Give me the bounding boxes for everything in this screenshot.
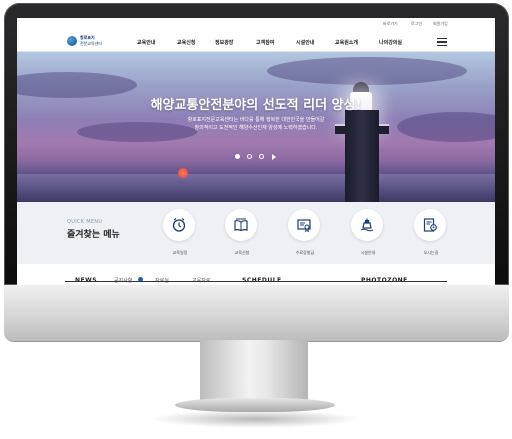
- quick-item-circle: [163, 209, 195, 241]
- quick-item-circle: [225, 209, 257, 241]
- clock-icon: [172, 218, 186, 232]
- slide-dot-1[interactable]: [235, 154, 240, 159]
- hero-title: 해양교통안전분야의 선도적 리더 양성!: [150, 98, 362, 113]
- quick-item-circle: [351, 209, 383, 241]
- section-divider: [65, 281, 447, 282]
- hero-banner: 해양교통안전분야의 선도적 리더 양성! 항로표지전문교육센터는 바다를 통해 …: [17, 52, 495, 202]
- monitor-chin: [4, 285, 509, 341]
- quick-item-label: 교육일정: [172, 250, 188, 255]
- nav-item-customer[interactable]: 고객참여: [256, 39, 274, 46]
- buoy-icon: [360, 218, 374, 232]
- quick-item-circle: [414, 209, 446, 241]
- quick-menu: QUICK MENU 즐겨찾는 메뉴 교육일정 교육신청 수료증발급 시설안내 …: [17, 202, 495, 264]
- nav-item-info-plaza[interactable]: 정보광장: [215, 39, 233, 46]
- main-nav: 항로표지 전문교육센터 교육안내 교육신청 정보광장 고객참여 시설안내 교육원…: [17, 32, 495, 52]
- map-pin-icon: [423, 218, 437, 232]
- slide-dot-2[interactable]: [247, 154, 252, 159]
- util-link-login[interactable]: 로그인: [411, 21, 422, 27]
- play-icon[interactable]: [272, 154, 276, 160]
- quick-item-certificate[interactable]: 수료증발급: [287, 209, 323, 259]
- util-link-signup[interactable]: 회원가입: [433, 21, 448, 27]
- certificate-icon: [297, 219, 311, 233]
- slide-dot-3[interactable]: [259, 154, 264, 159]
- hero-subtitle-line1: 항로표지전문교육센터는 바다를 통해 행복한 대한민국을 만들어갈: [187, 117, 325, 123]
- nav-item-my-classroom[interactable]: 나의강의실: [379, 39, 402, 46]
- screen: 바로가기 로그인 회원가입 항로표지 전문교육센터 교육안내 교육신청 정보광장…: [17, 18, 495, 285]
- monitor-stand-neck: [200, 340, 308, 404]
- bottom-section: NEWS 공지사항 자료실 교육자료 SCHEDULE PHOTOZONE: [17, 264, 495, 285]
- nav-item-about[interactable]: 교육원소개: [335, 39, 358, 46]
- quick-item-circle: [288, 209, 320, 241]
- utility-bar: 바로가기 로그인 회원가입: [17, 18, 495, 32]
- quick-item-label: 교육신청: [234, 250, 250, 255]
- hero-cloud: [267, 57, 467, 85]
- quick-menu-title: 즐겨찾는 메뉴: [67, 230, 120, 240]
- nav-item-education-info[interactable]: 교육안내: [137, 39, 155, 46]
- stand-shadow: [150, 410, 360, 428]
- quick-item-directions[interactable]: 오시는길: [413, 209, 449, 259]
- hamburger-icon[interactable]: [437, 38, 447, 46]
- logo-text-line2: 전문교육센터: [80, 41, 103, 46]
- hero-subtitle-line2: 창의적이고 도전적인 해양수산인재 양성에 노력하겠습니다.: [194, 125, 318, 131]
- quick-item-label: 시설안내: [360, 250, 376, 255]
- util-link-shortcut[interactable]: 바로가기: [383, 21, 398, 27]
- monitor-stand-base: [175, 398, 335, 412]
- quick-item-facilities[interactable]: 시설안내: [350, 209, 386, 259]
- nav-item-facilities[interactable]: 시설안내: [296, 39, 314, 46]
- quick-menu-eyebrow: QUICK MENU: [67, 219, 103, 225]
- sun-illustration: [178, 168, 188, 178]
- logo-mark-icon: [67, 36, 77, 46]
- open-book-icon: [234, 218, 248, 232]
- quick-item-schedule[interactable]: 교육일정: [162, 209, 198, 259]
- hero-sea: [17, 174, 495, 202]
- quick-item-apply[interactable]: 교육신청: [224, 209, 260, 259]
- quick-item-label: 수료증발급: [295, 250, 315, 255]
- nav-item-education-apply[interactable]: 교육신청: [177, 39, 195, 46]
- quick-item-label: 오시는길: [423, 250, 439, 255]
